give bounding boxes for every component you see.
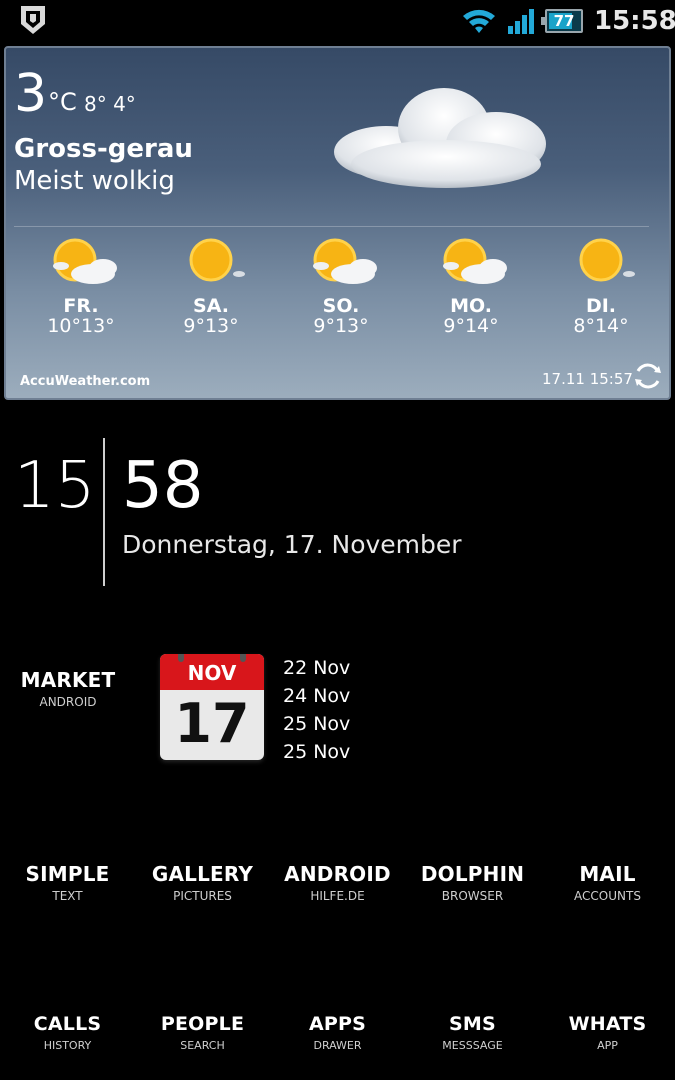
market-shortcut[interactable]: MARKET ANDROID (8, 668, 128, 710)
people-shortcut[interactable]: PEOPLE SEARCH (135, 1012, 270, 1054)
clock-minutes[interactable]: 58 (122, 448, 203, 524)
status-bar[interactable]: 77 15:58 (0, 0, 675, 44)
sms-shortcut[interactable]: SMS MESSSAGE (405, 1012, 540, 1054)
forecast-day-label: DI. (585, 295, 617, 317)
city-name: Gross-gerau (14, 134, 193, 164)
sun-cloud-icon (443, 238, 507, 284)
forecast-day: FR. 10°13° (16, 232, 146, 336)
shortcut-title: PEOPLE (160, 1013, 245, 1035)
shortcut-subtitle: MESSSAGE (442, 1039, 503, 1052)
calls-shortcut[interactable]: CALLS HISTORY (0, 1012, 135, 1054)
shortcut-subtitle: SEARCH (180, 1039, 225, 1052)
apps-drawer-shortcut[interactable]: APPS DRAWER (270, 1012, 405, 1054)
shortcut-title: WHATS (568, 1013, 647, 1035)
shortcut-title: SMS (449, 1013, 496, 1035)
forecast-temps: 9°13° (313, 315, 369, 337)
last-updated: 17.11 15:57 (542, 370, 633, 388)
calendar-day: 17 (174, 692, 250, 755)
shortcut-subtitle: HILFE.DE (310, 889, 365, 903)
clock-divider (103, 438, 105, 586)
calendar-event[interactable]: 24 Nov (283, 682, 350, 710)
mail-shortcut[interactable]: MAIL ACCOUNTS (540, 862, 675, 904)
dolphin-browser-shortcut[interactable]: DOLPHIN BROWSER (405, 862, 540, 904)
refresh-icon[interactable] (632, 360, 664, 392)
shortcut-title: APPS (308, 1013, 367, 1035)
forecast-day-label: FR. (63, 295, 99, 317)
forecast-temps: 9°13° (183, 315, 239, 337)
shortcut-title: CALLS (33, 1013, 102, 1035)
shortcut-title: MARKET (20, 668, 116, 692)
shortcut-subtitle: APP (597, 1039, 618, 1052)
calendar-event[interactable]: 25 Nov (283, 710, 350, 738)
clock-date[interactable]: Donnerstag, 17. November (122, 530, 462, 559)
sun-cloud-icon (53, 238, 117, 284)
weather-condition: Meist wolkig (14, 166, 175, 196)
android-hilfe-shortcut[interactable]: ANDROID HILFE.DE (270, 862, 405, 904)
forecast-temps: 10°13° (47, 315, 115, 337)
shortcut-title: DOLPHIN (420, 862, 525, 886)
shortcut-subtitle: DRAWER (313, 1039, 362, 1052)
forecast-temps: 9°14° (443, 315, 499, 337)
battery-indicator: 77 (541, 9, 583, 33)
calendar-month: NOV (160, 654, 264, 690)
shortcut-title: GALLERY (151, 862, 254, 886)
forecast-temps: 8°14° (573, 315, 629, 337)
gallery-shortcut[interactable]: GALLERY PICTURES (135, 862, 270, 904)
status-time: 15:58 (594, 6, 675, 36)
forecast-day-label: SA. (193, 295, 229, 317)
simple-text-shortcut[interactable]: SIMPLE TEXT (0, 862, 135, 904)
shield-icon (21, 6, 45, 34)
whatsapp-shortcut[interactable]: WHATS APP (540, 1012, 675, 1054)
shortcut-subtitle: PICTURES (173, 889, 232, 903)
high-low-temperature: 8° 4° (84, 92, 136, 116)
shortcut-subtitle: BROWSER (441, 889, 504, 903)
clock-hours[interactable]: 15 (14, 448, 95, 524)
shortcut-subtitle: TEXT (52, 889, 83, 903)
sun-cloud-icon (313, 238, 377, 284)
forecast-day-label: MO. (450, 295, 492, 317)
shortcut-title: ANDROID (284, 862, 391, 886)
calendar-icon[interactable]: NOV 17 (160, 654, 264, 760)
calendar-event[interactable]: 22 Nov (283, 654, 350, 682)
temperature-unit: °C (48, 88, 77, 116)
forecast-day-label: SO. (322, 295, 360, 317)
battery-level: 77 (553, 12, 575, 30)
wifi-icon (463, 9, 495, 33)
cloud-icon (334, 88, 546, 188)
forecast-day: SA. 9°13° (146, 232, 276, 336)
calendar-event[interactable]: 25 Nov (283, 738, 350, 766)
current-temperature: 3 (14, 64, 48, 124)
signal-bars-icon (508, 9, 534, 34)
weather-widget[interactable]: 3 °C 8° 4° Gross-gerau Meist wolkig FR. … (4, 46, 671, 400)
calendar-events[interactable]: 22 Nov 24 Nov 25 Nov 25 Nov (283, 654, 350, 766)
shortcut-subtitle: ACCOUNTS (574, 889, 641, 903)
sun-icon (189, 238, 245, 282)
shortcut-title: MAIL (579, 862, 636, 886)
forecast-day: DI. 8°14° (536, 232, 666, 336)
sun-icon (579, 238, 635, 282)
shortcut-subtitle: HISTORY (43, 1039, 92, 1052)
forecast-day: SO. 9°13° (276, 232, 406, 336)
accuweather-brand[interactable]: AccuWeather.com (20, 374, 150, 389)
shortcut-title: SIMPLE (25, 862, 110, 886)
forecast-day: MO. 9°14° (406, 232, 536, 336)
shortcut-subtitle: ANDROID (39, 695, 97, 709)
